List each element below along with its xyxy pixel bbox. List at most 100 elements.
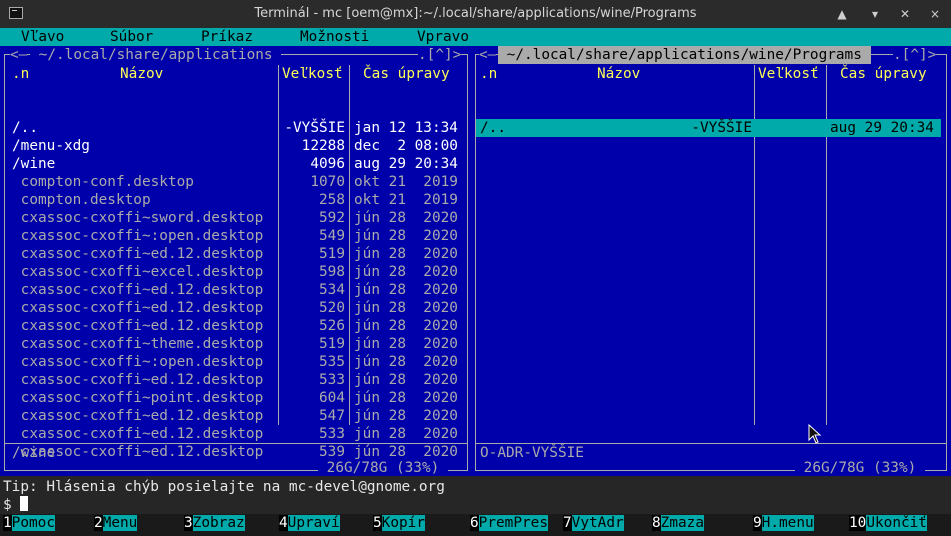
- table-row[interactable]: cxassoc-cxoffi~theme.desktop 519 jún 28 20…: [5, 335, 467, 353]
- command-line[interactable]: $: [3, 496, 29, 514]
- mc-menubar: Vľavo Súbor Príkaz Možnosti Vpravo: [0, 28, 951, 46]
- right-panel-frame: [475, 54, 947, 471]
- left-panel-history-icon[interactable]: <—: [10, 46, 28, 64]
- fkey-number: 9: [753, 515, 762, 531]
- window-title: Terminál - mc [oem@mx]:~/.local/share/ap…: [254, 6, 697, 21]
- cell-date: jún 28 2020: [354, 354, 458, 370]
- cell-date: jún 28 2020: [354, 390, 458, 406]
- cell-name: cxassoc-cxoffi~ed.12.desktop: [12, 282, 264, 298]
- table-row[interactable]: cxassoc-cxoffi~ed.12.desktop 533 jún 28 20…: [5, 371, 467, 389]
- command-area: Tip: Hlásenia chýb posielajte na mc-deve…: [0, 476, 951, 514]
- cell-date: aug 29 20:34: [830, 120, 934, 136]
- cell-date: jún 28 2020: [354, 336, 458, 352]
- left-panel-path[interactable]: ~/.local/share/applications: [30, 46, 282, 64]
- left-col-size[interactable]: Veľkosť: [282, 65, 343, 83]
- fkey-10[interactable]: 10Ukončiť: [849, 514, 927, 532]
- table-row[interactable]: /.. -VYŠŠIE aug 29 20:34: [476, 119, 941, 137]
- table-row[interactable]: cxassoc-cxoffi~ed.12.desktop 547 jún 28 20…: [5, 407, 467, 425]
- table-row[interactable]: cxassoc-cxoffi~sword.desktop 592 jún 28 20…: [5, 209, 467, 227]
- right-panel-history-icon[interactable]: <—: [479, 46, 497, 64]
- fkey-label: Ukončiť: [866, 515, 927, 531]
- cell-name: cxassoc-cxoffi~excel.desktop: [12, 264, 264, 280]
- fkey-number: 6: [470, 515, 479, 531]
- cell-size: 4096: [310, 156, 345, 172]
- right-panel-path[interactable]: ~/.local/share/applications/wine/Program…: [498, 46, 871, 64]
- cell-name: cxassoc-cxoffi~ed.12.desktop: [12, 318, 264, 334]
- mouse-pointer-icon: [808, 424, 822, 444]
- left-col-mtime[interactable]: Čas úpravy: [363, 65, 450, 83]
- cell-size: 520: [319, 300, 345, 316]
- cell-name: /..: [480, 120, 506, 136]
- fkey-label: Pomoc: [11, 515, 55, 531]
- menu-right[interactable]: Vpravo: [417, 28, 469, 46]
- fkey-9[interactable]: 9H.menu: [753, 514, 814, 532]
- table-row[interactable]: cxassoc-cxoffi~ed.12.desktop 533 jún 28 20…: [5, 425, 467, 443]
- table-row[interactable]: /wine 4096 aug 29 20:34: [5, 155, 467, 173]
- fkey-8[interactable]: 8Zmaza: [652, 514, 704, 532]
- fkey-6[interactable]: 6PremPres: [470, 514, 548, 532]
- cell-name: /..: [12, 120, 38, 136]
- left-disk-usage: 26G/78G (33%): [318, 459, 448, 477]
- cell-size: 598: [319, 264, 345, 280]
- right-col-name[interactable]: Názov: [597, 65, 640, 83]
- cell-name: cxassoc-cxoffi~ed.12.desktop: [12, 300, 264, 316]
- table-row[interactable]: cxassoc-cxoffi~ed.12.desktop 534 jún 28 20…: [5, 281, 467, 299]
- minimize-icon[interactable]: ▾: [866, 5, 884, 23]
- fkey-label: Zmaza: [660, 515, 704, 531]
- cell-size: 604: [319, 390, 345, 406]
- maximize-icon[interactable]: ×: [926, 5, 944, 23]
- cell-date: jún 28 2020: [354, 282, 458, 298]
- menu-command[interactable]: Príkaz: [201, 28, 253, 46]
- cell-date: okt 21 2019: [354, 192, 458, 208]
- table-row[interactable]: cxassoc-cxoffi~excel.desktop 598 jún 28 20…: [5, 263, 467, 281]
- close-icon[interactable]: ✕: [896, 5, 914, 23]
- terminal-window: Terminál - mc [oem@mx]:~/.local/share/ap…: [0, 0, 951, 536]
- fkey-4[interactable]: 4Upraví: [279, 514, 340, 532]
- table-row[interactable]: cxassoc-cxoffi~:open.desktop 549 jún 28 20…: [5, 227, 467, 245]
- table-row[interactable]: cxassoc-cxoffi~ed.12.desktop 520 jún 28 20…: [5, 299, 467, 317]
- fkey-number: 10: [849, 515, 867, 531]
- menu-options[interactable]: Možnosti: [300, 28, 369, 46]
- cell-date: jan 12 13:34: [354, 120, 458, 136]
- left-panel-hotlist-icon[interactable]: .[^]>: [418, 46, 462, 64]
- right-panel-hotlist-icon[interactable]: .[^]>: [893, 46, 937, 64]
- table-row[interactable]: cxassoc-cxoffi~point.desktop 604 jún 28 20…: [5, 389, 467, 407]
- cell-name: cxassoc-cxoffi~point.desktop: [12, 390, 264, 406]
- fkey-1[interactable]: 1Pomoc: [3, 514, 55, 532]
- right-status-line: O-ADR-VYŠŠIE: [480, 445, 584, 461]
- terminal-area[interactable]: Vľavo Súbor Príkaz Možnosti Vpravo <— ~/…: [0, 28, 951, 536]
- menu-left[interactable]: Vľavo: [21, 28, 64, 46]
- left-col-sort[interactable]: .n: [12, 65, 29, 83]
- table-row[interactable]: /menu-xdg 12288 dec 2 08:00: [5, 137, 467, 155]
- menu-file[interactable]: Súbor: [110, 28, 153, 46]
- cell-size: -VYŠŠIE: [284, 120, 345, 136]
- table-row[interactable]: cxassoc-cxoffi~ed.12.desktop 526 jún 28 20…: [5, 317, 467, 335]
- cell-name: cxassoc-cxoffi~sword.desktop: [12, 210, 264, 226]
- fkey-5[interactable]: 5Kopír: [373, 514, 425, 532]
- cell-size: 12288: [301, 138, 345, 154]
- cell-date: jún 28 2020: [354, 372, 458, 388]
- cell-date: jún 28 2020: [354, 246, 458, 262]
- fkey-2[interactable]: 2Menu: [94, 514, 138, 532]
- cell-date: okt 21 2019: [354, 174, 458, 190]
- right-col-sort[interactable]: .n: [480, 65, 497, 83]
- right-col-size[interactable]: Veľkosť: [758, 65, 819, 83]
- fkey-3[interactable]: 3Zobraz: [184, 514, 245, 532]
- shell-prompt: $: [3, 497, 21, 513]
- fkey-label: Menu: [102, 515, 138, 531]
- right-panel[interactable]: <— ~/.local/share/applications/wine/Prog…: [471, 46, 951, 477]
- fkey-number: 8: [652, 515, 661, 531]
- keep-above-icon[interactable]: ▲: [833, 5, 851, 23]
- right-col-mtime[interactable]: Čas úpravy: [840, 65, 927, 83]
- table-row[interactable]: compton-conf.desktop 1070 okt 21 2019: [5, 173, 467, 191]
- table-row[interactable]: /.. -VYŠŠIE jan 12 13:34: [5, 119, 467, 137]
- table-row[interactable]: cxassoc-cxoffi~:open.desktop 535 jún 28 20…: [5, 353, 467, 371]
- left-col-name[interactable]: Názov: [120, 65, 163, 83]
- text-cursor: [20, 496, 29, 511]
- cell-name: compton-conf.desktop: [12, 174, 194, 190]
- left-panel[interactable]: <— ~/.local/share/applications .[^]> .n …: [0, 46, 472, 477]
- table-row[interactable]: compton.desktop 258 okt 21 2019: [5, 191, 467, 209]
- fkey-7[interactable]: 7VytAdr: [563, 514, 624, 532]
- cell-name: /wine: [12, 156, 56, 172]
- table-row[interactable]: cxassoc-cxoffi~ed.12.desktop 519 jún 28 20…: [5, 245, 467, 263]
